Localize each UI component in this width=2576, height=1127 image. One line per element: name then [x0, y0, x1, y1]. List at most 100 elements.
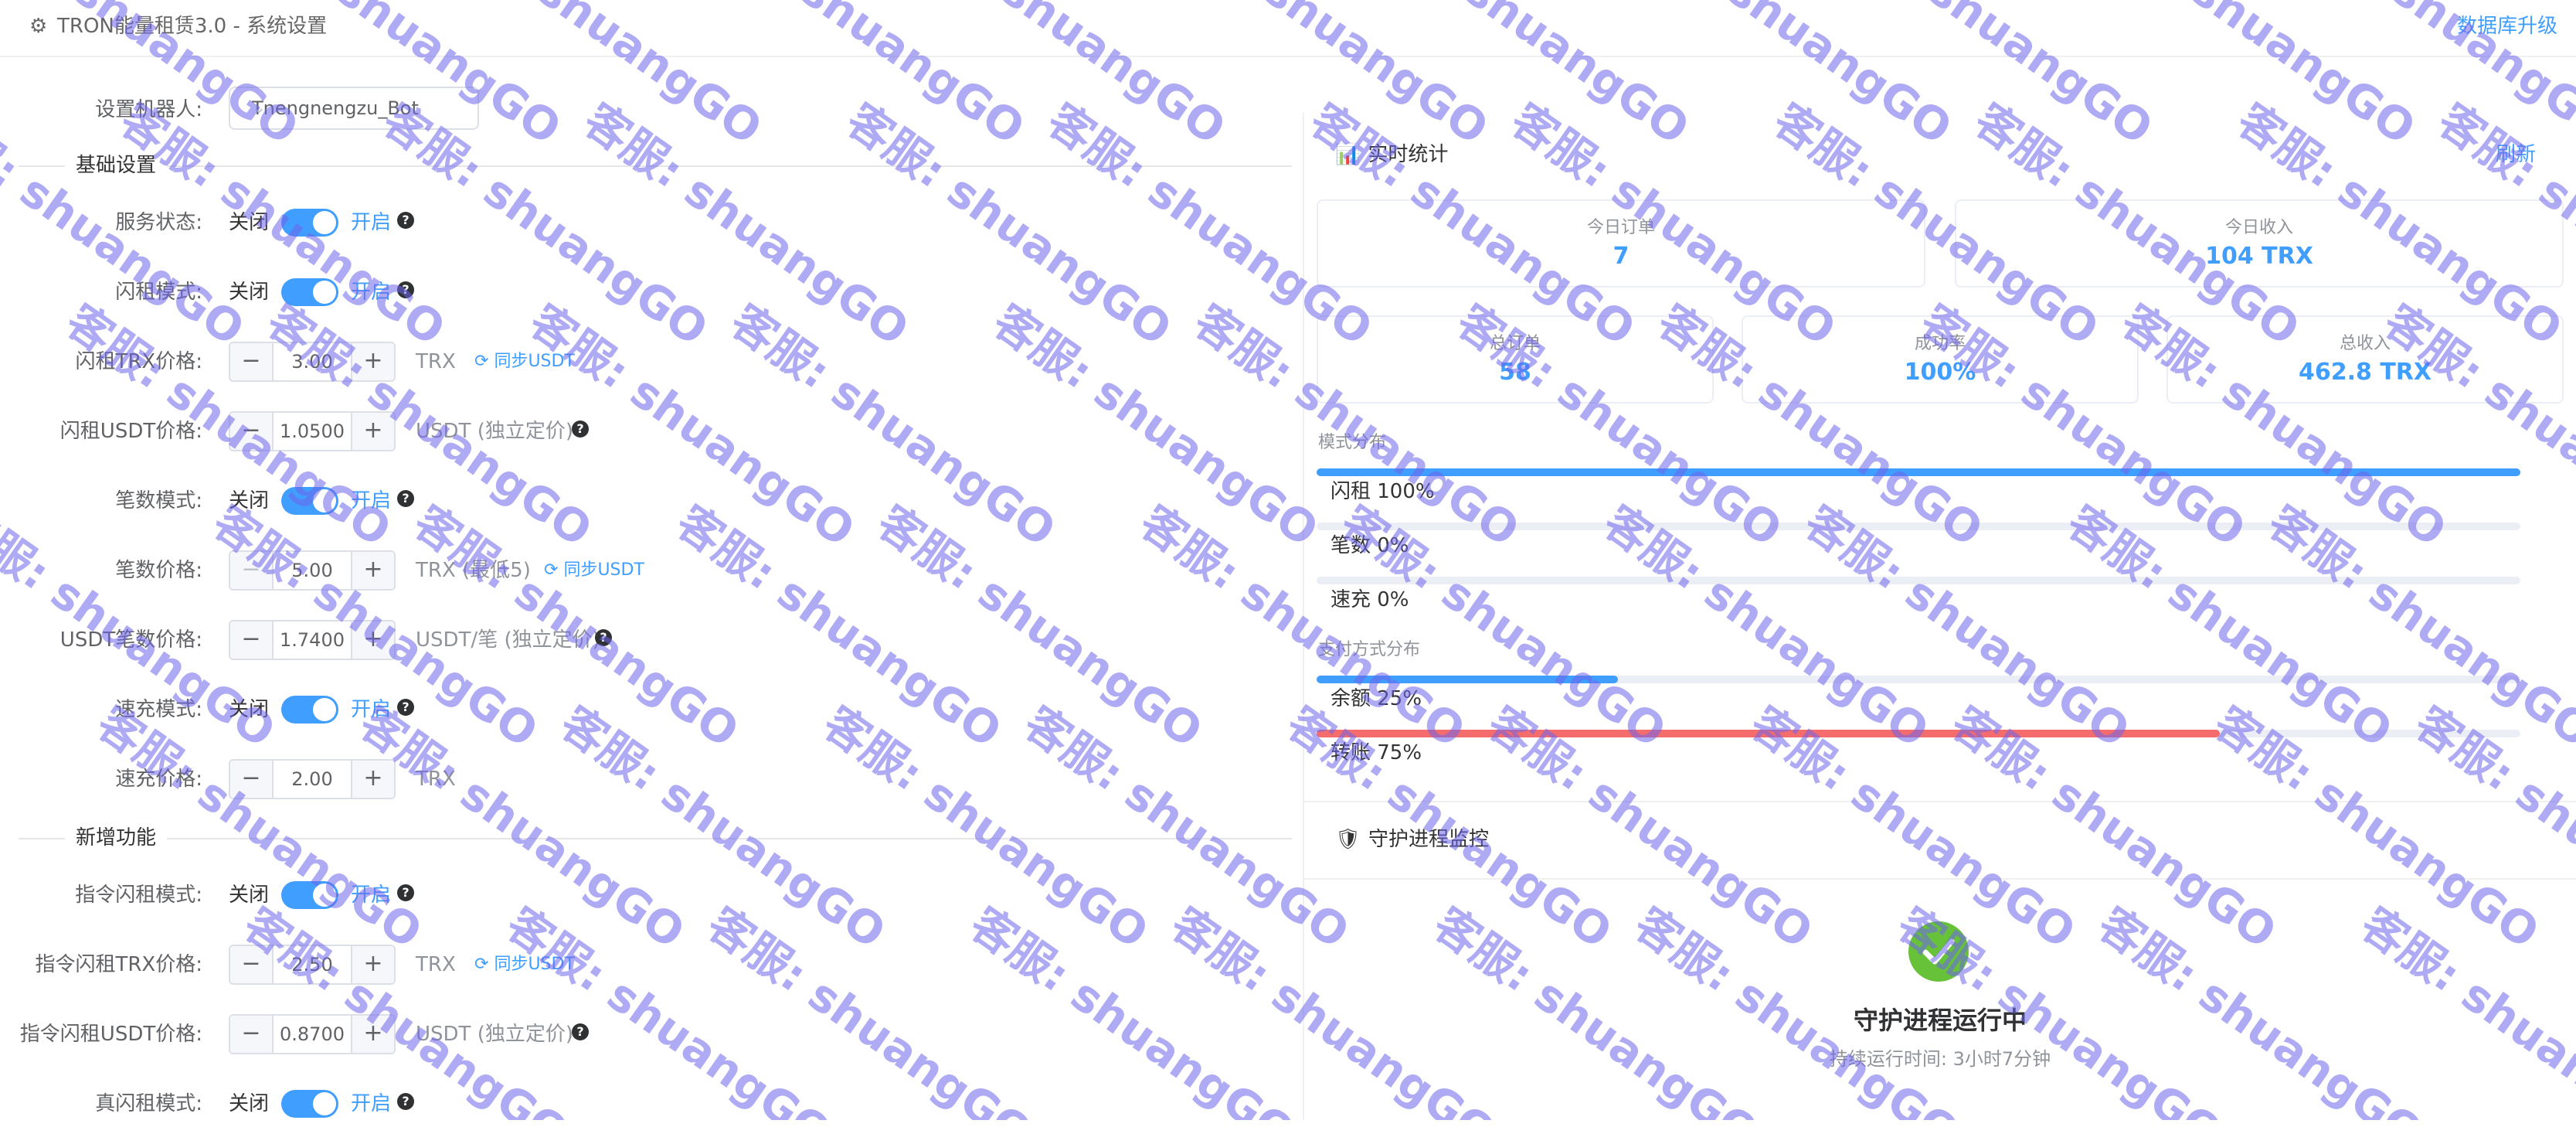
refresh-button[interactable]: 刷新 — [2496, 139, 2536, 170]
count-mode-switch[interactable] — [281, 487, 338, 515]
question-icon[interactable]: ? — [397, 699, 414, 716]
chevron-down-icon: ⌄ — [252, 98, 267, 117]
stepper-value[interactable]: 2.00 — [274, 761, 351, 798]
minus-button[interactable]: − — [230, 1016, 274, 1053]
switch-on-text: 开启 — [351, 884, 392, 907]
stepper-value[interactable]: 0.8700 — [274, 1016, 351, 1053]
unit-text: TRX (最低5) — [416, 559, 531, 582]
flash-usdt-price-stepper: − 1.0500 + — [229, 411, 396, 451]
quick-price-label: 速充价格: — [115, 768, 202, 791]
stat-value: 462.8 TRX — [2298, 359, 2432, 386]
flash-usdt-price-row: 闪租USDT价格: − 1.0500 + USDT (独立定价) ? — [0, 408, 1298, 455]
switch-off-text: 关闭 — [229, 884, 270, 907]
gear-icon: ⚙ — [29, 15, 48, 38]
stepper-value[interactable]: 1.0500 — [274, 413, 351, 450]
mode-bar-2 — [1317, 577, 2520, 584]
question-icon[interactable]: ? — [572, 1023, 589, 1040]
cmd-flash-usdt-price-stepper: − 0.8700 + — [229, 1014, 396, 1054]
pay-distribution-title: 支付方式分布 — [1318, 640, 1421, 659]
minus-button[interactable]: − — [230, 413, 274, 450]
minus-button[interactable]: − — [230, 343, 274, 380]
real-flash-mode-row: 真闪租模式: 关闭 开启 ? — [0, 1081, 1298, 1127]
cmd-flash-mode-row: 指令闪租模式: 关闭 开启 ? — [0, 872, 1298, 918]
refresh-icon: ⟳ — [474, 352, 494, 371]
cmd-flash-mode-label: 指令闪租模式: — [75, 884, 202, 907]
bar-fill — [1317, 468, 2520, 476]
pay-bar-0 — [1317, 676, 2520, 683]
robot-select[interactable]: Tnengnengzu_Bot ⌄ — [229, 87, 479, 130]
cmd-flash-mode-switch[interactable] — [281, 881, 338, 909]
minus-button[interactable]: − — [230, 946, 274, 983]
database-upgrade-link[interactable]: 数据库升级 — [2457, 11, 2557, 42]
unit-text: USDT (独立定价) — [416, 1023, 573, 1046]
plus-button[interactable]: + — [351, 1016, 394, 1053]
usdt-count-price-stepper: − 1.7400 + — [229, 620, 396, 660]
quick-price-row: 速充价格: − 2.00 + TRX — [0, 756, 1298, 802]
refresh-icon: ⟳ — [474, 955, 494, 974]
question-icon[interactable]: ? — [595, 629, 612, 646]
minus-button[interactable]: − — [230, 621, 274, 659]
flash-trx-price-row: 闪租TRX价格: − 3.00 + TRX ⟳ 同步USDT — [0, 339, 1298, 385]
plus-button[interactable]: + — [351, 621, 394, 659]
switch-off-text: 关闭 — [229, 281, 270, 304]
quick-mode-switch[interactable] — [281, 696, 338, 724]
stepper-value[interactable]: 5.00 — [274, 552, 351, 589]
question-icon[interactable]: ? — [397, 281, 414, 298]
switch-on-text: 开启 — [351, 698, 392, 721]
stat-total-income: 总收入 462.8 TRX — [2166, 315, 2564, 403]
settings-panel: 设置机器人: Tnengnengzu_Bot ⌄ 基础设置 服务状态: 关闭 开… — [0, 56, 1298, 1120]
pay-bar-1 — [1317, 730, 2520, 737]
plus-button[interactable]: + — [351, 552, 394, 589]
mode-bar-1 — [1317, 523, 2520, 530]
question-icon[interactable]: ? — [572, 420, 589, 438]
guard-status: 守护进程运行中 — [1853, 1006, 2027, 1035]
bar-fill — [1317, 730, 2220, 737]
guard-card-title: 🛡 守护进程监控 — [1335, 824, 1489, 855]
divider-basic — [19, 165, 1292, 167]
plus-button[interactable]: + — [351, 761, 394, 798]
unit-text: TRX — [416, 953, 456, 976]
question-icon[interactable]: ? — [397, 490, 414, 507]
question-icon[interactable]: ? — [397, 884, 414, 901]
stat-value: 7 — [1613, 243, 1630, 270]
robot-label: 设置机器人: — [95, 98, 202, 121]
stat-value: 58 — [1499, 359, 1531, 386]
stepper-value[interactable]: 2.50 — [274, 946, 351, 983]
flash-mode-label: 闪租模式: — [115, 281, 202, 304]
sync-usdt-link[interactable]: ⟳ 同步USDT — [474, 339, 575, 385]
sync-usdt-link[interactable]: ⟳ 同步USDT — [544, 547, 644, 594]
section-title-new: 新增功能 — [65, 822, 168, 853]
switch-knob — [313, 698, 336, 721]
question-icon[interactable]: ? — [397, 1093, 414, 1110]
switch-knob — [313, 884, 336, 907]
quick-mode-row: 速充模式: 关闭 开启 ? — [0, 686, 1298, 733]
flash-mode-switch[interactable] — [281, 278, 338, 306]
plus-button[interactable]: + — [351, 343, 394, 380]
service-status-row: 服务状态: 关闭 开启 ? — [0, 199, 1298, 246]
count-mode-row: 笔数模式: 关闭 开启 ? — [0, 478, 1298, 524]
cmd-flash-usdt-price-row: 指令闪租USDT价格: − 0.8700 + USDT (独立定价) ? — [0, 1011, 1298, 1057]
stat-today-income: 今日收入 104 TRX — [1955, 199, 2564, 288]
cmd-flash-trx-price-label: 指令闪租TRX价格: — [35, 953, 202, 976]
real-flash-mode-switch[interactable] — [281, 1090, 338, 1118]
question-icon[interactable]: ? — [397, 212, 414, 229]
stepper-value[interactable]: 1.7400 — [274, 621, 351, 659]
switch-knob — [313, 489, 336, 512]
unit-text: TRX — [416, 768, 456, 791]
minus-button[interactable]: − — [230, 761, 274, 798]
robot-row: 设置机器人: — [0, 87, 1298, 133]
flash-trx-price-label: 闪租TRX价格: — [75, 350, 202, 373]
bar-fill — [1317, 676, 1618, 683]
plus-button[interactable]: + — [351, 946, 394, 983]
card-header-divider — [1304, 878, 2576, 880]
plus-button[interactable]: + — [351, 413, 394, 450]
stepper-value[interactable]: 3.00 — [274, 343, 351, 380]
minus-button[interactable]: − — [230, 552, 274, 589]
switch-knob — [313, 281, 336, 304]
sync-usdt-link[interactable]: ⟳ 同步USDT — [474, 941, 575, 988]
service-status-switch[interactable] — [281, 209, 338, 237]
stat-label: 今日收入 — [2224, 218, 2293, 237]
real-flash-mode-label: 真闪租模式: — [95, 1092, 202, 1115]
switch-off-text: 关闭 — [229, 698, 270, 721]
count-price-row: 笔数价格: − 5.00 + TRX (最低5) ⟳ 同步USDT — [0, 547, 1298, 594]
